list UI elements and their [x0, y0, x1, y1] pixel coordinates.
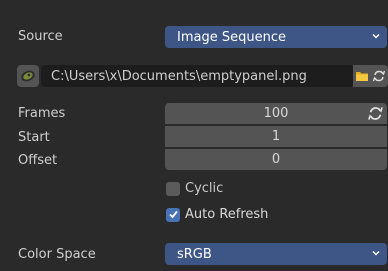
cyclic-label: Cyclic — [185, 181, 224, 196]
checkmark-icon — [168, 210, 178, 219]
cyclic-checkbox[interactable]: Cyclic — [166, 181, 223, 196]
auto-refresh-label: Auto Refresh — [185, 207, 269, 222]
reload-icon[interactable] — [367, 105, 384, 122]
folder-icon — [356, 72, 368, 81]
image-source-panel: Source Image Sequence C:\Users\x\Documen… — [0, 0, 388, 271]
offset-value: 0 — [271, 152, 281, 167]
chevron-down-icon — [372, 251, 380, 256]
frames-value: 100 — [263, 106, 289, 121]
start-label: Start — [18, 130, 50, 145]
open-folder-button[interactable] — [353, 65, 371, 87]
filepath-value: C:\Users\x\Documents\emptypanel.png — [51, 68, 307, 84]
image-icon — [21, 70, 35, 82]
filepath-bar: C:\Users\x\Documents\emptypanel.png — [17, 64, 388, 88]
reload-file-button[interactable] — [370, 65, 388, 87]
offset-label: Offset — [18, 153, 58, 168]
source-value: Image Sequence — [177, 29, 286, 45]
auto-refresh-checkbox-box[interactable] — [166, 207, 180, 222]
offset-field[interactable]: 0 — [165, 149, 387, 170]
start-field[interactable]: 1 — [165, 126, 387, 147]
frames-field[interactable]: 100 — [165, 103, 387, 124]
image-browse-button[interactable] — [17, 65, 39, 87]
source-label: Source — [18, 29, 63, 44]
filepath-field[interactable]: C:\Users\x\Documents\emptypanel.png — [41, 65, 353, 87]
start-value: 1 — [271, 129, 281, 144]
color-space-label: Color Space — [18, 247, 96, 262]
reload-icon — [372, 70, 386, 82]
chevron-down-icon — [372, 34, 380, 39]
color-space-dropdown[interactable]: sRGB — [165, 243, 387, 265]
frames-label: Frames — [18, 106, 66, 121]
source-dropdown[interactable]: Image Sequence — [165, 26, 387, 48]
cyclic-checkbox-box[interactable] — [166, 181, 180, 196]
color-space-value: sRGB — [177, 246, 212, 262]
auto-refresh-checkbox[interactable]: Auto Refresh — [166, 207, 268, 222]
